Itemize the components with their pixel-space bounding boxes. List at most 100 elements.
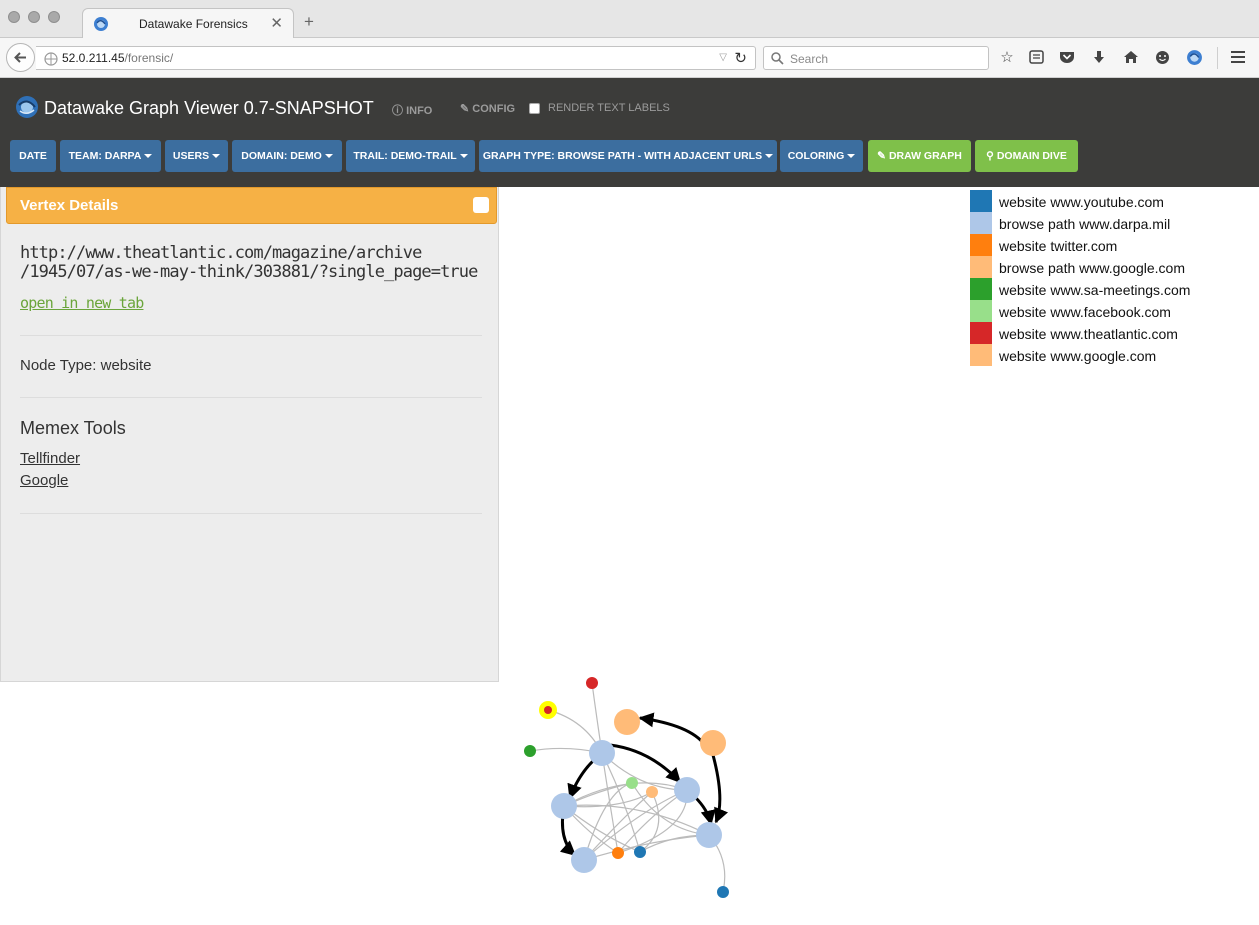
graph-node[interactable] [614, 709, 640, 735]
edit-square-icon: ✎ [877, 150, 886, 162]
legend-item: website www.youtube.com [970, 190, 1230, 212]
graph-nodes [524, 677, 729, 898]
graph-node[interactable] [544, 706, 552, 714]
url-text: 52.0.211.45/forensic/ [62, 51, 174, 65]
new-tab-button[interactable]: + [304, 13, 314, 30]
hello-chat-icon[interactable] [1153, 48, 1171, 66]
vertex-url: http://www.theatlantic.com/magazine/arch… [20, 244, 490, 282]
search-placeholder: Search [790, 52, 829, 66]
graph-node[interactable] [571, 847, 597, 873]
panel-title: Vertex Details [20, 197, 119, 214]
downloads-icon[interactable] [1090, 48, 1108, 66]
back-button[interactable] [6, 43, 35, 72]
graph-node[interactable] [700, 730, 726, 756]
datawake-logo-icon [16, 96, 38, 118]
divider [20, 513, 482, 514]
domain-dive-label: DOMAIN DIVE [996, 150, 1067, 162]
memex-tools-heading: Memex Tools [20, 418, 126, 438]
graph-node[interactable] [717, 886, 729, 898]
legend-swatch [970, 256, 992, 278]
graph-node[interactable] [674, 777, 700, 803]
caret-down-icon [459, 154, 468, 158]
caret-down-icon [212, 154, 221, 158]
reading-list-icon[interactable] [1027, 48, 1045, 66]
node-type: Node Type: website [20, 357, 152, 374]
divider [20, 397, 482, 398]
search-input[interactable]: Search [763, 46, 989, 70]
legend-swatch [970, 322, 992, 344]
team-dropdown-label: TEAM: DARPA [68, 150, 142, 162]
domain-dropdown-label: DOMAIN: DEMO [241, 150, 322, 162]
pocket-icon[interactable] [1058, 48, 1076, 66]
google-link[interactable]: Google [20, 472, 68, 489]
tellfinder-link[interactable]: Tellfinder [20, 450, 80, 467]
graph-node[interactable] [589, 740, 615, 766]
trail-dropdown[interactable]: TRAIL: DEMO-TRAIL [346, 140, 475, 172]
legend-swatch [970, 344, 992, 366]
vertex-details-panel: Vertex Details http://www.theatlantic.co… [0, 187, 499, 682]
browser-tab[interactable]: Datawake Forensics ✕ [82, 8, 294, 39]
close-tab-icon[interactable]: ✕ [270, 14, 283, 32]
tab-title: Datawake Forensics [139, 17, 248, 31]
url-bar[interactable]: 52.0.211.45/forensic/ ▽ ↻ [36, 46, 756, 70]
url-history-dropdown-icon[interactable]: ▽ [719, 52, 727, 63]
pencil-icon: ✎ [460, 103, 470, 115]
home-icon[interactable] [1122, 48, 1140, 66]
panel-toggle-checkbox[interactable] [473, 197, 489, 213]
graph-node[interactable] [626, 777, 638, 789]
divider [20, 335, 482, 336]
legend-swatch [970, 278, 992, 300]
caret-down-icon [765, 154, 774, 158]
graph-node[interactable] [524, 745, 536, 757]
legend-item: website www.sa-meetings.com [970, 278, 1230, 300]
info-icon: ⓘ [392, 105, 403, 117]
users-dropdown[interactable]: USERS [165, 140, 228, 172]
reload-icon[interactable]: ↻ [734, 49, 747, 67]
coloring-dropdown[interactable]: COLORING [780, 140, 863, 172]
vertex-details-header: Vertex Details [6, 187, 497, 224]
render-text-labels-label: RENDER TEXT LABELS [548, 102, 670, 114]
domain-dropdown[interactable]: DOMAIN: DEMO [232, 140, 342, 172]
draw-graph-button[interactable]: ✎ DRAW GRAPH [868, 140, 971, 172]
graph-node[interactable] [586, 677, 598, 689]
info-link[interactable]: ⓘ INFO [392, 102, 432, 118]
legend-item: browse path www.google.com [970, 256, 1230, 278]
render-text-labels-checkbox[interactable] [529, 103, 540, 114]
date-button-label: DATE [19, 150, 47, 162]
graph-node[interactable] [634, 846, 646, 858]
minimize-window-button[interactable] [28, 11, 40, 23]
datawake-extension-icon[interactable] [1185, 48, 1203, 66]
users-dropdown-label: USERS [172, 150, 210, 162]
config-link[interactable]: ✎ CONFIG [460, 102, 515, 115]
caret-down-icon [847, 154, 856, 158]
legend-item: browse path www.darpa.mil [970, 212, 1230, 234]
legend-label: website www.google.com [999, 348, 1157, 364]
globe-icon [94, 17, 108, 31]
legend-label: browse path www.google.com [999, 260, 1185, 276]
caret-down-icon [324, 154, 333, 158]
graph-node[interactable] [551, 793, 577, 819]
close-window-button[interactable] [8, 11, 20, 23]
back-arrow-icon [14, 52, 26, 63]
graph-type-dropdown-label: GRAPH TYPE: BROWSE PATH - WITH ADJACENT … [482, 150, 763, 162]
legend-label: website www.theatlantic.com [999, 326, 1178, 342]
force-graph[interactable] [500, 660, 760, 910]
zoom-window-button[interactable] [48, 11, 60, 23]
vertex-url-line: http://www.theatlantic.com/magazine/arch… [20, 243, 422, 263]
coloring-dropdown-label: COLORING [787, 150, 845, 162]
legend-item: website www.facebook.com [970, 300, 1230, 322]
domain-dive-button[interactable]: ⚲ DOMAIN DIVE [975, 140, 1078, 172]
caret-down-icon [144, 154, 153, 158]
bookmark-star-icon[interactable]: ☆ [998, 48, 1016, 66]
graph-node[interactable] [696, 822, 722, 848]
date-button[interactable]: DATE [10, 140, 56, 172]
graph-node[interactable] [612, 847, 624, 859]
team-dropdown[interactable]: TEAM: DARPA [60, 140, 161, 172]
legend-item: website www.google.com [970, 344, 1230, 366]
open-in-new-tab-link[interactable]: open in new tab [20, 294, 144, 312]
graph-node[interactable] [646, 786, 658, 798]
draw-graph-label: DRAW GRAPH [888, 150, 962, 162]
hamburger-menu-icon[interactable] [1229, 48, 1247, 66]
graph-type-dropdown[interactable]: GRAPH TYPE: BROWSE PATH - WITH ADJACENT … [479, 140, 777, 172]
legend-label: website twitter.com [999, 238, 1118, 254]
